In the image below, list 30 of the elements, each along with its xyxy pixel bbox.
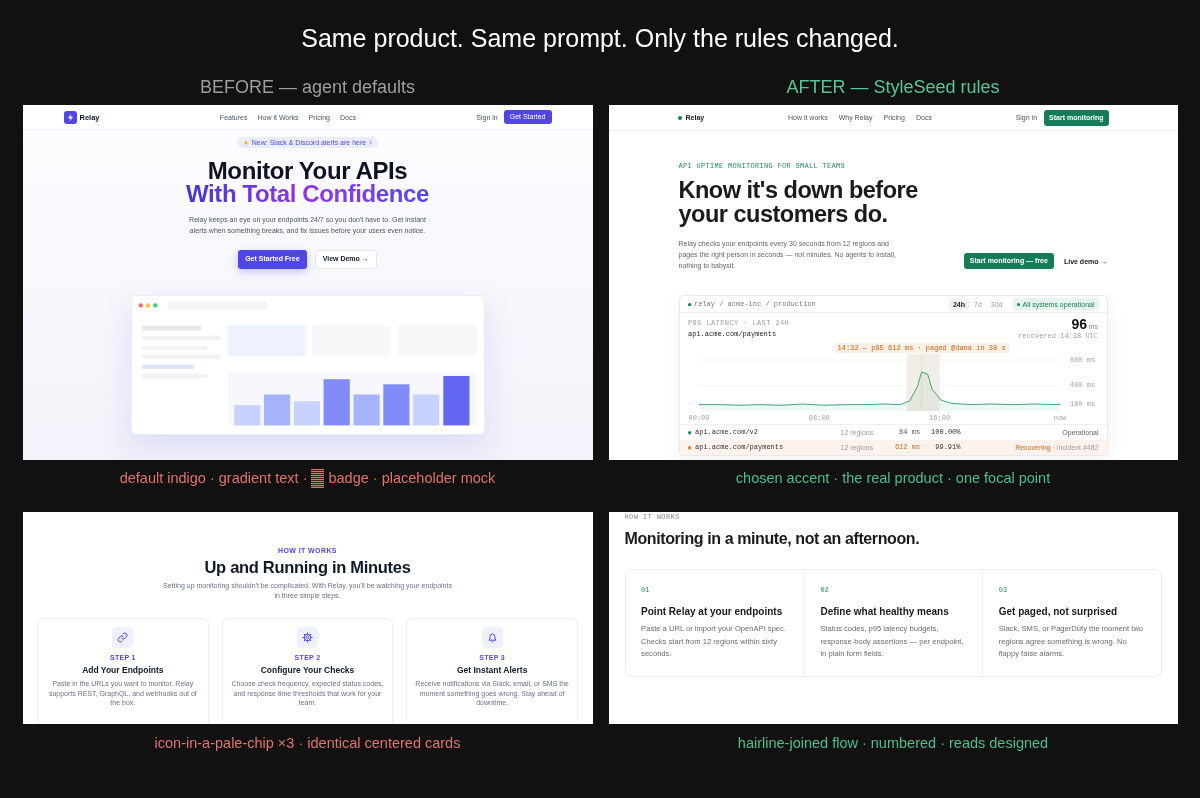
chevron-right-icon	[369, 140, 373, 145]
status-dot-icon	[1017, 302, 1020, 306]
page-title: Same product. Same prompt. Only the rules changed.	[301, 23, 899, 53]
step-title: Get paged, not surprised	[998, 604, 1118, 618]
step-title: Get Instant Alerts	[456, 665, 528, 676]
caption-text: badge · placeholder mock	[328, 469, 496, 488]
gear-icon	[297, 627, 318, 648]
gradient-headline: With Total Confidence	[186, 182, 429, 205]
caption-text: hairline-joined flow · numbered · reads designed	[737, 734, 1049, 753]
step-title: Define what healthy means	[820, 604, 949, 618]
lightning-logo-icon[interactable]	[63, 110, 77, 124]
section-heading: Monitoring in a minute, not an afternoon.	[624, 528, 920, 549]
headline: Know it's down before your customers do.	[678, 178, 919, 227]
logo-dot-icon	[677, 115, 682, 120]
column-heading: AFTER — StyleSeed rules	[786, 76, 1000, 98]
sparkle-icon	[242, 139, 249, 146]
metric-value: 96	[1071, 318, 1088, 332]
step-title: Add Your Endpoints	[82, 665, 164, 676]
step-title: Configure Your Checks	[260, 665, 355, 676]
step-title: Point Relay at your endpoints	[641, 604, 783, 618]
link-icon	[112, 627, 134, 648]
caption-text: icon-in-a-pale-chip ×3 · identical centered cards	[154, 734, 461, 753]
bell-icon	[481, 627, 503, 648]
striped-box-icon	[311, 468, 325, 488]
caption-text: chosen accent · the real product · one focal point	[735, 469, 1051, 488]
headline: Monitor Your APIs	[207, 159, 408, 182]
section-heading: Up and Running in Minutes	[204, 557, 411, 577]
status-dot-icon	[687, 302, 691, 307]
column-heading: BEFORE — agent defaults	[199, 76, 416, 98]
caption-text: default indigo · gradient text ·	[119, 469, 308, 488]
